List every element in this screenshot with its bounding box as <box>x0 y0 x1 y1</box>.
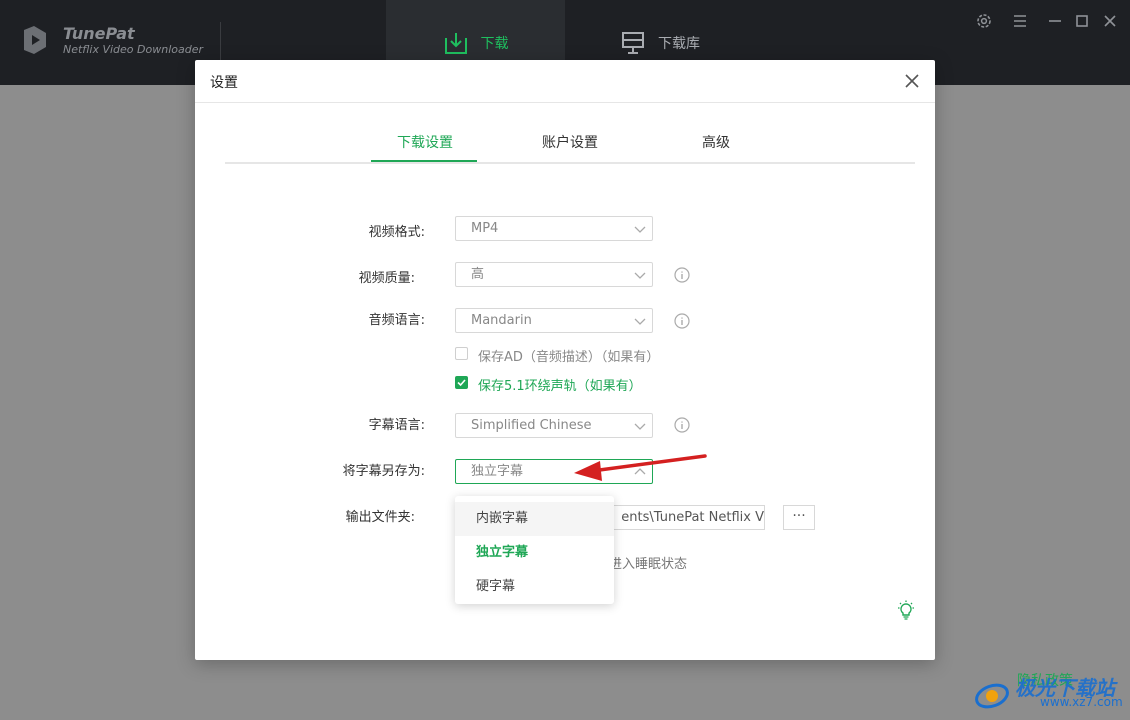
option-embedded-subtitle[interactable]: 内嵌字幕 <box>455 502 614 536</box>
audio-language-select[interactable]: Mandarin <box>455 308 653 333</box>
audio-language-label: 音频语言: <box>368 313 425 328</box>
save-ad-label: 保存AD（音频描述）（如果有） <box>478 350 660 365</box>
app-subtitle: Netflix Video Downloader <box>63 43 204 56</box>
tab-account-settings[interactable]: 账户设置 <box>520 132 620 152</box>
maximize-icon[interactable] <box>1073 12 1091 30</box>
subtitle-language-value: Simplified Chinese <box>471 418 592 433</box>
checkmark-icon <box>457 379 466 387</box>
save-51-checkbox[interactable] <box>455 376 468 389</box>
dialog-title: 设置 <box>210 75 238 91</box>
dialog-header: 设置 <box>195 60 935 103</box>
option-separate-subtitle[interactable]: 独立字幕 <box>455 536 614 570</box>
subtitle-language-select[interactable]: Simplified Chinese <box>455 413 653 438</box>
app-name: TunePat <box>63 24 135 43</box>
output-folder-value: ents\TunePat Netflix V <box>621 510 764 525</box>
tab-download-settings[interactable]: 下载设置 <box>375 132 475 152</box>
menu-icon[interactable] <box>1011 12 1029 30</box>
chevron-down-icon <box>634 318 646 325</box>
output-folder-label: 输出文件夹: <box>345 510 415 525</box>
chevron-down-icon <box>634 272 646 279</box>
output-folder-field[interactable]: ents\TunePat Netflix V <box>595 505 765 530</box>
video-format-label: 视频格式: <box>368 225 425 240</box>
tunepat-logo-icon <box>24 26 46 54</box>
video-quality-label: 视频质量: <box>358 271 415 286</box>
download-icon <box>444 32 467 54</box>
nav-library-label: 下载库 <box>658 35 700 52</box>
watermark-url: www.xz7.com <box>1040 695 1123 709</box>
option-hard-subtitle[interactable]: 硬字幕 <box>455 570 614 604</box>
library-icon <box>622 31 644 54</box>
audio-info-icon[interactable] <box>674 313 690 329</box>
chevron-up-icon <box>634 468 646 475</box>
video-quality-select[interactable]: 高 <box>455 262 653 287</box>
video-format-select[interactable]: MP4 <box>455 216 653 241</box>
subtitle-save-as-dropdown: 内嵌字幕 独立字幕 硬字幕 <box>455 496 614 604</box>
settings-gear-icon[interactable] <box>975 12 993 30</box>
dialog-close-icon[interactable] <box>903 72 921 90</box>
video-format-value: MP4 <box>471 221 499 236</box>
app-brand: TunePat Netflix Video Downloader <box>63 25 203 57</box>
save-51-label: 保存5.1环绕声轨（如果有） <box>478 379 642 394</box>
quality-info-icon[interactable] <box>674 267 690 283</box>
video-quality-value: 高 <box>471 267 485 282</box>
chevron-down-icon <box>634 226 646 233</box>
nav-download-label: 下载 <box>480 35 509 52</box>
subtitle-language-label: 字幕语言: <box>368 418 425 433</box>
save-ad-checkbox[interactable] <box>455 347 468 360</box>
subtitle-info-icon[interactable] <box>674 417 690 433</box>
sleep-option-label: 进入睡眠状态 <box>609 557 688 572</box>
tab-advanced[interactable]: 高级 <box>666 132 766 152</box>
active-tab-indicator <box>371 160 477 162</box>
subtitle-save-as-label: 将字幕另存为: <box>342 464 425 479</box>
lightbulb-icon[interactable] <box>895 600 917 622</box>
subtitle-save-as-value: 独立字幕 <box>471 464 524 479</box>
browse-folder-button[interactable]: ··· <box>783 505 815 530</box>
minimize-icon[interactable] <box>1046 12 1064 30</box>
audio-language-value: Mandarin <box>471 313 532 328</box>
settings-tabs: 下载设置 账户设置 高级 <box>225 120 915 164</box>
chevron-down-icon <box>634 423 646 430</box>
window-close-icon[interactable] <box>1101 12 1119 30</box>
subtitle-save-as-select[interactable]: 独立字幕 <box>455 459 653 484</box>
